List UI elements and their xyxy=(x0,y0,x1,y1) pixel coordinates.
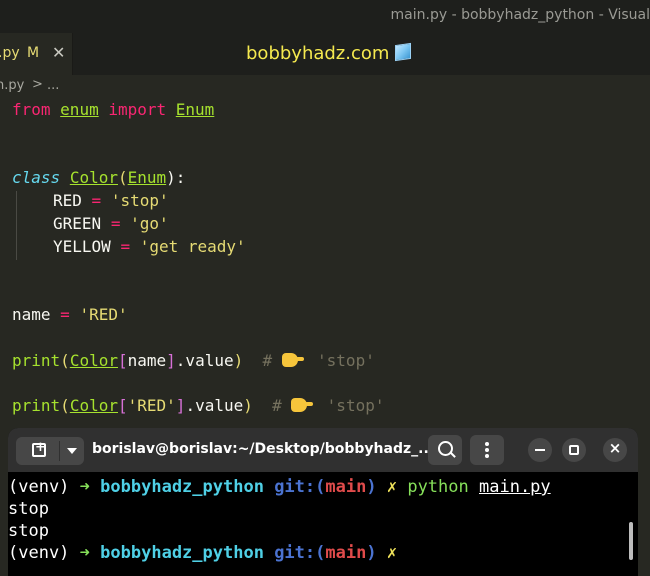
terminal-window: borislav@borislav:~/Desktop/bobbyhadz_..… xyxy=(8,428,638,576)
chevron-right-icon: > xyxy=(32,77,43,92)
cube-icon xyxy=(395,42,412,62)
maximize-button[interactable] xyxy=(562,438,586,462)
terminal-output-line: stop xyxy=(8,521,49,541)
terminal-scrollbar[interactable] xyxy=(629,522,633,560)
tab-modified-indicator: M xyxy=(27,45,40,61)
new-tab-icon xyxy=(32,440,46,457)
code-line-print-2: print(Color['RED'].value) # 'stop' xyxy=(12,396,385,415)
breadcrumb-file[interactable]: n.py xyxy=(0,78,24,93)
tab-main-py[interactable]: .py M ✕ xyxy=(0,33,73,75)
terminal-prompt-line: (venv) ➜ bobbyhadz_python git:(main) ✗ xyxy=(8,543,398,563)
banner-text: bobbyhadz.com xyxy=(246,43,390,64)
minimize-button[interactable] xyxy=(528,438,552,462)
terminal-output[interactable]: (venv) ➜ bobbyhadz_python git:(main) ✗ p… xyxy=(8,472,638,576)
button-divider xyxy=(59,441,60,461)
code-editor[interactable]: from enum import Enum class Color(Enum):… xyxy=(0,98,650,428)
pointing-hand-icon xyxy=(281,353,304,367)
code-line-member-yellow: YELLOW = 'get ready' xyxy=(53,237,246,256)
maximize-icon xyxy=(569,445,579,455)
close-button[interactable]: × xyxy=(603,438,627,462)
site-banner: bobbyhadz.com xyxy=(246,42,412,64)
terminal-search-button[interactable] xyxy=(428,435,462,465)
code-line-member-red: RED = 'stop' xyxy=(53,191,169,210)
tab-filename: .py xyxy=(0,45,20,61)
terminal-prompt-line: (venv) ➜ bobbyhadz_python git:(main) ✗ p… xyxy=(8,477,551,497)
code-line-member-green: GREEN = 'go' xyxy=(53,214,169,233)
terminal-header: borislav@borislav:~/Desktop/bobbyhadz_..… xyxy=(8,428,638,472)
code-line-class: class Color(Enum): xyxy=(12,168,186,187)
minimize-icon xyxy=(535,449,545,451)
terminal-menu-button[interactable] xyxy=(470,435,504,465)
code-line-import: from enum import Enum xyxy=(12,100,215,119)
kebab-menu-icon xyxy=(485,442,489,446)
title-bar: main.py - bobbyhadz_python - Visual xyxy=(0,0,650,33)
indent-guide xyxy=(16,191,17,260)
window-title: main.py - bobbyhadz_python - Visual xyxy=(390,7,650,23)
code-line-name-assign: name = 'RED' xyxy=(12,305,128,324)
close-icon: × xyxy=(608,439,622,457)
terminal-title: borislav@borislav:~/Desktop/bobbyhadz_..… xyxy=(92,441,435,457)
new-tab-button[interactable] xyxy=(16,437,84,465)
tab-close-icon[interactable]: ✕ xyxy=(52,43,65,62)
chevron-down-icon[interactable] xyxy=(67,448,77,454)
tab-bar: .py M ✕ bobbyhadz.com xyxy=(0,33,650,75)
code-line-print-1: print(Color[name].value) # 'stop' xyxy=(12,351,375,370)
pointing-hand-icon xyxy=(291,398,314,412)
terminal-output-line: stop xyxy=(8,499,49,519)
breadcrumb-more[interactable]: ... xyxy=(47,78,59,93)
